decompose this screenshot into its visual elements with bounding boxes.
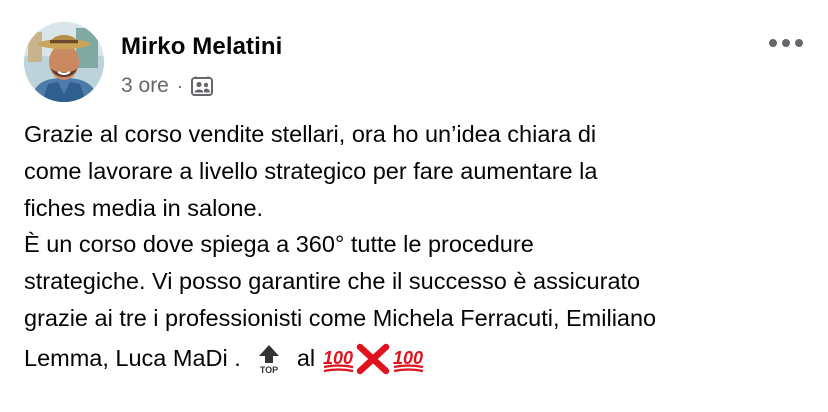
author-name[interactable]: Mirko Melatini <box>121 33 282 61</box>
hundred-points-icon: 100 <box>321 343 355 375</box>
more-options-button[interactable] <box>766 26 806 60</box>
post-timestamp[interactable]: 3 ore <box>121 74 169 98</box>
post-text-word: al <box>296 345 316 372</box>
post-text-line: È un corso dove spiega a 360° tutte le p… <box>24 231 534 258</box>
friends-of-friends-icon[interactable] <box>190 75 214 97</box>
post-text-line: grazie ai tre i professionisti come Mich… <box>24 304 657 331</box>
post-text-line: Lemma, Luca MaDi . <box>24 345 241 372</box>
more-horizontal-icon <box>769 39 803 47</box>
avatar-photo <box>24 22 104 102</box>
post-text-last-line: Lemma, Luca MaDi . TOP al 100 100 <box>24 339 814 379</box>
meta-separator: · <box>176 75 183 96</box>
top-arrow-icon: TOP <box>255 343 283 375</box>
post-meta: 3 ore · <box>121 73 214 99</box>
post-text-line: Grazie al corso vendite stellari, ora ho… <box>24 121 597 147</box>
post-text-line: strategiche. Vi posso garantire che il s… <box>24 268 641 295</box>
post-text-line: come lavorare a livello strategico per f… <box>24 157 598 184</box>
svg-text:TOP: TOP <box>260 365 278 375</box>
post-text: Grazie al corso vendite stellari, ora ho… <box>24 116 814 379</box>
facebook-post: Mirko Melatini 3 ore · Grazie al corso v… <box>0 0 828 412</box>
avatar[interactable] <box>24 22 104 102</box>
hundred-points-icon: 100 <box>391 343 425 375</box>
post-text-line: fiches media in salone. <box>24 194 264 221</box>
cross-mark-icon <box>355 343 391 375</box>
